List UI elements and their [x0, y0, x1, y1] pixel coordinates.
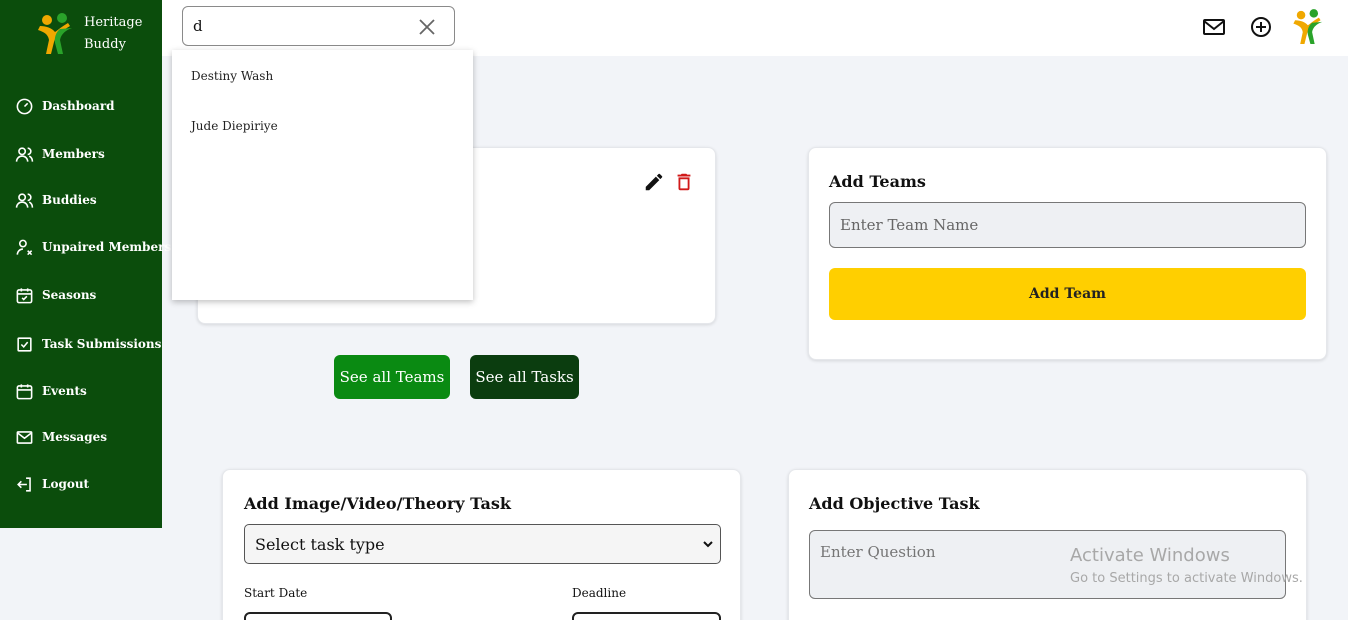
brand-line2: Buddy	[84, 37, 126, 52]
sidebar-item-events[interactable]: Events	[14, 379, 87, 403]
heritage-buddy-logo-icon	[38, 13, 72, 54]
sidebar-item-dashboard[interactable]: Dashboard	[14, 94, 115, 118]
search-input[interactable]	[193, 15, 413, 37]
mail-icon[interactable]	[1201, 14, 1227, 40]
user-x-icon	[14, 237, 34, 257]
sidebar-item-unpaired-members[interactable]: Unpaired Members	[14, 235, 171, 259]
search-result-item[interactable]: Destiny Wash	[191, 69, 273, 83]
team-name-input[interactable]	[829, 202, 1306, 248]
close-icon[interactable]	[418, 18, 436, 36]
chevron-down-icon	[703, 541, 713, 548]
checkbox-icon	[14, 334, 34, 354]
add-task-card: Add Image/Video/Theory Task Select task …	[222, 469, 741, 620]
add-circle-icon[interactable]	[1248, 14, 1274, 40]
sidebar-item-members[interactable]: Members	[14, 142, 105, 166]
search-result-item[interactable]: Jude Diepiriye	[191, 119, 278, 133]
sidebar-item-label: Dashboard	[42, 99, 115, 113]
brand-line1: Heritage	[84, 15, 143, 30]
activate-windows-subtitle: Go to Settings to activate Windows.	[1070, 571, 1303, 586]
sidebar-item-label: Buddies	[42, 193, 97, 207]
see-all-tasks-button[interactable]: See all Tasks	[470, 355, 579, 399]
sidebar-item-buddies[interactable]: Buddies	[14, 188, 97, 212]
sidebar-item-label: Seasons	[42, 288, 97, 302]
topbar	[162, 0, 1348, 56]
add-teams-title: Add Teams	[829, 172, 926, 191]
users-icon	[14, 190, 34, 210]
sidebar-item-task-submissions[interactable]: Task Submissions	[14, 332, 161, 356]
sidebar-item-label: Unpaired Members	[42, 240, 172, 254]
activate-windows-title: Activate Windows	[1070, 545, 1230, 566]
sidebar-item-label: Events	[42, 384, 87, 398]
search-results-dropdown: Destiny Wash Jude Diepiriye	[172, 50, 473, 300]
logout-icon	[14, 474, 34, 494]
sidebar-item-messages[interactable]: Messages	[14, 425, 107, 449]
delete-icon[interactable]	[673, 171, 695, 193]
deadline-label: Deadline	[572, 586, 627, 600]
edit-icon[interactable]	[643, 171, 665, 193]
add-teams-card: Add Teams Add Team	[808, 147, 1327, 360]
brand-name: Heritage Buddy	[84, 12, 142, 56]
start-date-label: Start Date	[244, 586, 308, 600]
sidebar-item-seasons[interactable]: Seasons	[14, 283, 96, 307]
avatar[interactable]	[1290, 8, 1324, 46]
see-all-teams-button[interactable]: See all Teams	[334, 355, 450, 399]
sidebar-item-logout[interactable]: Logout	[14, 472, 89, 496]
deadline-input[interactable]	[572, 612, 721, 620]
mail-icon	[14, 427, 34, 447]
task-type-select[interactable]: Select task type	[244, 524, 721, 564]
objective-task-title: Add Objective Task	[809, 494, 980, 513]
add-team-button[interactable]: Add Team	[829, 268, 1306, 320]
sidebar-item-label: Logout	[42, 477, 90, 491]
sidebar-item-label: Messages	[42, 430, 107, 444]
add-task-title: Add Image/Video/Theory Task	[244, 494, 511, 513]
calendar-icon	[14, 381, 34, 401]
dashboard-gauge-icon	[14, 96, 34, 116]
search-box	[182, 6, 455, 46]
users-icon	[14, 144, 34, 164]
calendar-check-icon	[14, 285, 34, 305]
brand[interactable]: Heritage Buddy	[34, 12, 142, 56]
task-type-select-value: Select task type	[255, 534, 385, 554]
start-date-input[interactable]	[244, 612, 392, 620]
sidebar-item-label: Members	[42, 147, 105, 161]
sidebar: Heritage Buddy Dashboard Members Buddies	[0, 0, 171, 528]
sidebar-item-label: Task Submissions	[42, 337, 162, 351]
